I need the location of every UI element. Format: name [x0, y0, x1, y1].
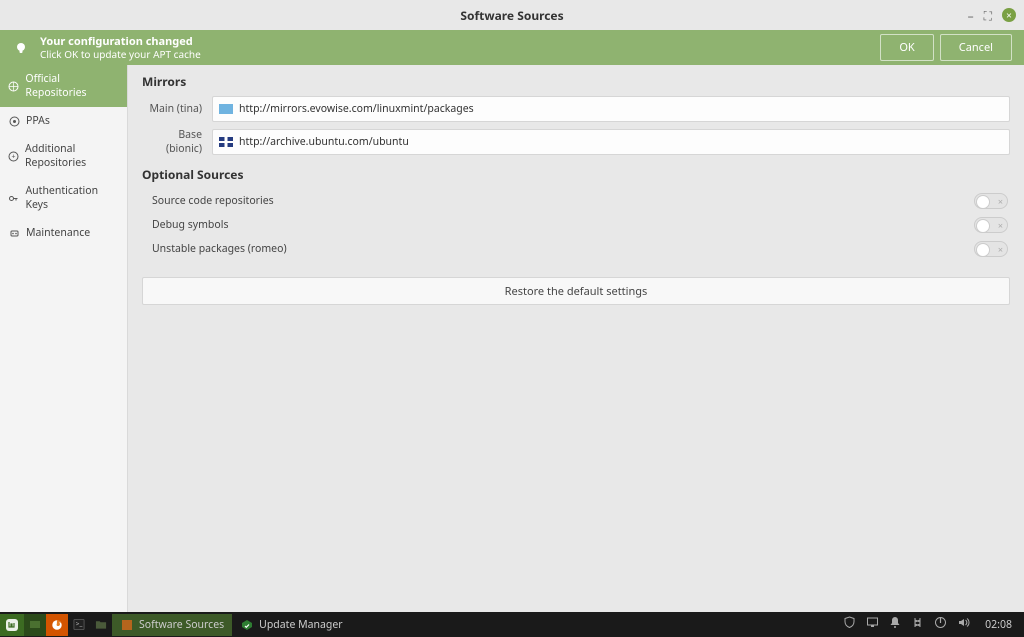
sidebar-item-label: PPAs: [26, 114, 50, 128]
system-tray: 02:08: [839, 616, 1024, 633]
cancel-button[interactable]: Cancel: [940, 34, 1012, 61]
display-icon[interactable]: [866, 616, 879, 633]
notifications-icon[interactable]: [889, 616, 901, 633]
software-sources-icon: [120, 619, 134, 631]
debug-symbols-toggle[interactable]: ×: [974, 217, 1008, 233]
restore-defaults-button[interactable]: Restore the default settings: [142, 277, 1010, 305]
globe-icon: [8, 80, 19, 92]
key-icon: [8, 192, 19, 204]
sidebar-item-label: Official Repositories: [25, 72, 119, 100]
files-icon[interactable]: [90, 614, 112, 636]
power-icon[interactable]: [934, 616, 947, 633]
svg-text:+: +: [11, 153, 15, 162]
mirrors-heading: Mirrors: [142, 73, 1010, 90]
sidebar-item-maintenance[interactable]: Maintenance: [0, 219, 127, 247]
unstable-packages-toggle[interactable]: ×: [974, 241, 1008, 257]
network-icon[interactable]: [911, 616, 924, 633]
titlebar: Software Sources – ⛶ ×: [0, 0, 1024, 30]
mint-menu-icon[interactable]: [0, 614, 24, 636]
optional-source-label: Debug symbols: [152, 218, 228, 232]
notification-banner: Your configuration changed Click OK to u…: [0, 30, 1024, 65]
optional-heading: Optional Sources: [142, 166, 1010, 183]
base-mirror-label: Base (bionic): [142, 128, 212, 156]
close-icon[interactable]: ×: [1002, 8, 1016, 22]
update-manager-icon: [240, 619, 254, 631]
taskbar: >_ Software Sources Update Manager: [0, 612, 1024, 637]
volume-icon[interactable]: [957, 616, 971, 633]
taskbar-app-label: Update Manager: [259, 618, 342, 632]
sidebar-item-additional-repositories[interactable]: + Additional Repositories: [0, 135, 127, 177]
terminal-icon[interactable]: >_: [68, 614, 90, 636]
repo-icon: +: [8, 150, 19, 162]
main-mirror-url: http://mirrors.evowise.com/linuxmint/pac…: [239, 102, 474, 116]
ppa-icon: [8, 115, 20, 127]
mint-flag-icon: [219, 104, 233, 114]
firefox-icon[interactable]: [46, 614, 68, 636]
ok-button[interactable]: OK: [880, 34, 933, 61]
content-area: Mirrors Main (tina) http://mirrors.evowi…: [128, 65, 1024, 612]
sidebar-item-authentication-keys[interactable]: Authentication Keys: [0, 177, 127, 219]
taskbar-app-update-manager[interactable]: Update Manager: [232, 614, 350, 636]
sidebar-item-label: Additional Repositories: [25, 142, 119, 170]
uk-flag-icon: [219, 137, 233, 147]
maximize-icon[interactable]: ⛶: [984, 7, 992, 24]
clock[interactable]: 02:08: [981, 618, 1016, 632]
banner-subtitle: Click OK to update your APT cache: [40, 48, 201, 60]
window-title: Software Sources: [460, 7, 563, 24]
optional-source-label: Unstable packages (romeo): [152, 242, 287, 256]
sidebar-item-label: Maintenance: [26, 226, 90, 240]
sidebar: Official Repositories PPAs + Additional …: [0, 65, 128, 612]
svg-text:>_: >_: [76, 619, 83, 628]
shield-icon[interactable]: [843, 616, 856, 633]
base-mirror-url: http://archive.ubuntu.com/ubuntu: [239, 135, 409, 149]
main-mirror-label: Main (tina): [142, 102, 212, 116]
optional-source-label: Source code repositories: [152, 194, 274, 208]
show-desktop-icon[interactable]: [24, 614, 46, 636]
taskbar-app-label: Software Sources: [139, 618, 224, 632]
lightbulb-icon: [12, 39, 30, 57]
sidebar-item-official-repositories[interactable]: Official Repositories: [0, 65, 127, 107]
sidebar-item-label: Authentication Keys: [25, 184, 119, 212]
taskbar-app-software-sources[interactable]: Software Sources: [112, 614, 232, 636]
main-mirror-field[interactable]: http://mirrors.evowise.com/linuxmint/pac…: [212, 96, 1010, 122]
source-code-toggle[interactable]: ×: [974, 193, 1008, 209]
maintenance-icon: [8, 227, 20, 239]
sidebar-item-ppas[interactable]: PPAs: [0, 107, 127, 135]
base-mirror-field[interactable]: http://archive.ubuntu.com/ubuntu: [212, 129, 1010, 155]
minimize-icon[interactable]: –: [968, 7, 974, 24]
